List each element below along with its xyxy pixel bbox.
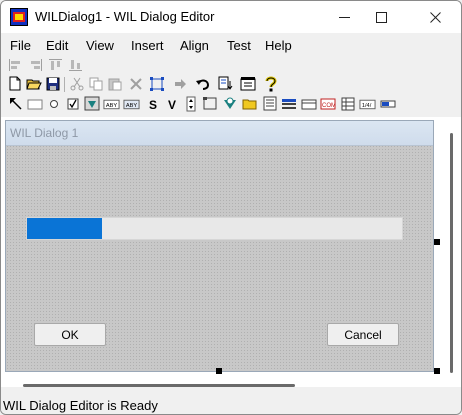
progress-fill	[27, 218, 102, 239]
checkbox-icon[interactable]	[64, 95, 81, 112]
maximize-icon[interactable]	[358, 1, 404, 33]
undo-icon[interactable]	[194, 75, 211, 92]
grid-icon[interactable]	[339, 95, 356, 112]
radio-icon[interactable]	[45, 95, 62, 112]
menu-bar: File Edit View Insert Align Test Help	[1, 35, 461, 55]
groupbox-icon[interactable]	[201, 95, 218, 112]
svg-text:ABY: ABY	[106, 102, 118, 108]
status-text: WIL Dialog Editor is Ready	[3, 398, 158, 413]
menu-edit[interactable]: Edit	[46, 38, 68, 53]
pointer-icon[interactable]	[7, 95, 24, 112]
menu-file[interactable]: File	[10, 38, 31, 53]
s-icon[interactable]: S	[144, 95, 161, 112]
v-icon[interactable]: V	[163, 95, 180, 112]
resize-handle-bottom[interactable]	[216, 368, 222, 374]
new-icon[interactable]	[6, 75, 23, 92]
copy-icon[interactable]	[87, 75, 104, 92]
menu-test[interactable]: Test	[227, 38, 251, 53]
menu-align[interactable]: Align	[180, 38, 209, 53]
align-left-icon[interactable]	[7, 56, 24, 73]
help-icon[interactable]	[262, 75, 279, 92]
status-bar: WIL Dialog Editor is Ready	[1, 397, 461, 414]
resize-icon[interactable]	[148, 75, 165, 92]
editbox-icon[interactable]	[26, 95, 43, 112]
progress-bar-icon[interactable]	[379, 95, 396, 112]
title-bar[interactable]: WILDialog1 - WIL Dialog Editor	[1, 1, 461, 33]
menu-view[interactable]: View	[86, 38, 114, 53]
design-canvas: WIL Dialog 1 OK Cancel	[1, 117, 461, 387]
controls-toolbar: ABY ABY S V COM 1/4/	[1, 95, 461, 115]
vary-text-icon[interactable]: ABY	[123, 95, 140, 112]
app-icon	[10, 8, 28, 26]
menu-insert[interactable]: Insert	[131, 38, 164, 53]
spinner-icon[interactable]	[182, 95, 199, 112]
dialog-preview[interactable]: WIL Dialog 1 OK Cancel	[5, 120, 434, 372]
combo-icon[interactable]: COM	[319, 95, 336, 112]
cut-icon[interactable]	[68, 75, 85, 92]
ok-button[interactable]: OK	[34, 323, 106, 346]
menu-help[interactable]: Help	[265, 38, 292, 53]
resize-handle-right[interactable]	[434, 239, 440, 245]
menu-bar-icon[interactable]	[280, 95, 297, 112]
horizontal-scrollbar[interactable]	[23, 384, 295, 387]
align-bottom-icon[interactable]	[67, 56, 84, 73]
save-icon[interactable]	[44, 75, 61, 92]
svg-text:1/4/: 1/4/	[362, 102, 372, 108]
dialog-title: WIL Dialog 1	[10, 126, 79, 140]
svg-text:ABY: ABY	[126, 102, 138, 108]
toolbar-separator	[64, 77, 65, 92]
svg-text:S: S	[149, 98, 157, 111]
calendar-icon[interactable]: 1/4/	[359, 95, 376, 112]
picture-icon[interactable]	[221, 95, 238, 112]
forward-icon[interactable]	[171, 75, 188, 92]
open-icon[interactable]	[25, 75, 42, 92]
delete-icon[interactable]	[127, 75, 144, 92]
progress-bar[interactable]	[26, 217, 403, 240]
resize-handle-corner[interactable]	[434, 368, 440, 374]
file-list-icon[interactable]	[241, 95, 258, 112]
align-top-icon[interactable]	[47, 56, 64, 73]
app-window: WILDialog1 - WIL Dialog Editor File Edit…	[0, 0, 462, 415]
import-icon[interactable]	[217, 75, 234, 92]
svg-text:COM: COM	[322, 103, 336, 109]
align-toolbar	[1, 56, 461, 74]
picture-button-icon[interactable]	[83, 95, 100, 112]
window-title: WILDialog1 - WIL Dialog Editor	[35, 9, 215, 24]
report-view-icon[interactable]	[300, 95, 317, 112]
item-box-icon[interactable]	[261, 95, 278, 112]
cancel-button[interactable]: Cancel	[327, 323, 399, 346]
paste-icon[interactable]	[106, 75, 123, 92]
svg-text:V: V	[168, 98, 176, 111]
close-icon[interactable]	[412, 1, 458, 33]
properties-icon[interactable]	[239, 75, 256, 92]
align-right-icon[interactable]	[27, 56, 44, 73]
main-toolbar	[1, 75, 461, 95]
dialog-title-bar: WIL Dialog 1	[6, 121, 433, 146]
vertical-scrollbar[interactable]	[450, 133, 453, 373]
static-text-icon[interactable]: ABY	[103, 95, 120, 112]
